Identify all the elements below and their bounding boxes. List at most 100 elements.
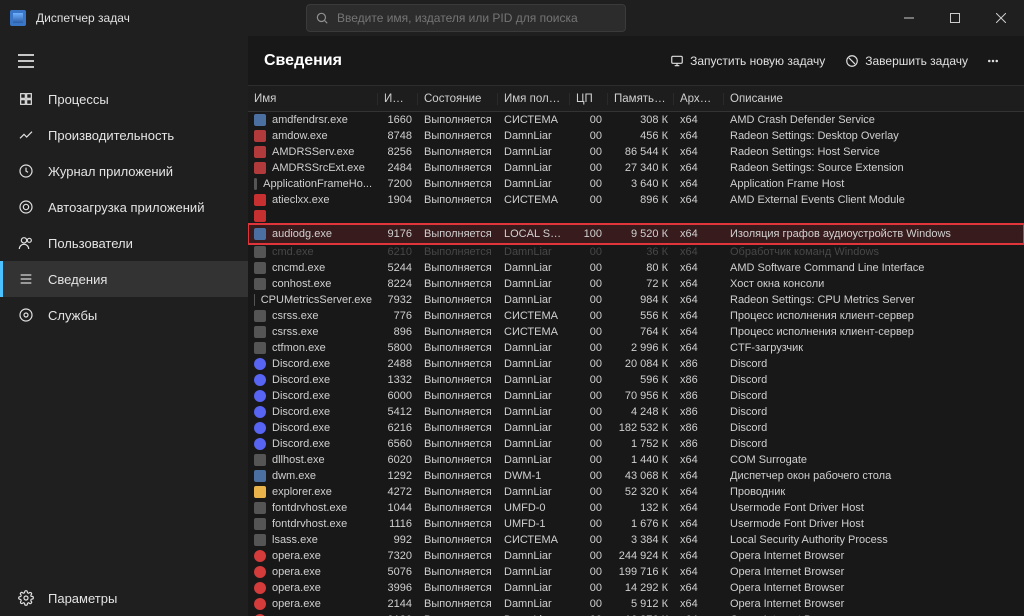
cell-arch: x64: [674, 566, 724, 578]
button-label: Запустить новую задачу: [690, 54, 825, 68]
cell-arch: x86: [674, 422, 724, 434]
sidebar-item-settings[interactable]: Параметры: [0, 580, 248, 616]
process-icon: [254, 294, 255, 306]
table-row[interactable]: opera.exe3996ВыполняетсяDamnLiar0014 292…: [248, 580, 1024, 596]
cell-cpu: 00: [570, 358, 608, 370]
table-row[interactable]: dwm.exe1292ВыполняетсяDWM-10043 068 Кx64…: [248, 468, 1024, 484]
table-row[interactable]: Discord.exe6216ВыполняетсяDamnLiar00182 …: [248, 420, 1024, 436]
cell-arch: x64: [674, 518, 724, 530]
table-row[interactable]: Discord.exe5412ВыполняетсяDamnLiar004 24…: [248, 404, 1024, 420]
table-row[interactable]: ctfmon.exe5800ВыполняетсяDamnLiar002 996…: [248, 340, 1024, 356]
table-row[interactable]: [248, 208, 1024, 224]
cell-name: audiodg.exe: [272, 228, 332, 240]
table-row[interactable]: lsass.exe992ВыполняетсяСИСТЕМА003 384 Кx…: [248, 532, 1024, 548]
maximize-button[interactable]: [932, 0, 978, 36]
table-row[interactable]: CPUMetricsServer.exe7932ВыполняетсяDamnL…: [248, 292, 1024, 308]
cell-mem: 3 384 К: [608, 534, 674, 546]
cell-status: Выполняется: [418, 534, 498, 546]
col-desc[interactable]: Описание: [724, 93, 1024, 105]
col-status[interactable]: Состояние: [418, 93, 498, 105]
cell-mem: 1 752 К: [608, 438, 674, 450]
close-button[interactable]: [978, 0, 1024, 36]
cell-status: Выполняется: [418, 422, 498, 434]
table-row[interactable]: Discord.exe2488ВыполняетсяDamnLiar0020 0…: [248, 356, 1024, 372]
table-row[interactable]: cmd.exe6210ВыполняетсяDamnLiar0036 Кx64О…: [248, 244, 1024, 260]
cell-mem: 4 248 К: [608, 406, 674, 418]
process-icon: [254, 422, 266, 434]
table-row[interactable]: Discord.exe6000ВыполняетсяDamnLiar0070 9…: [248, 388, 1024, 404]
cell-arch: x64: [674, 178, 724, 190]
cell-pid: 8748: [378, 130, 418, 142]
cell-status: Выполняется: [418, 114, 498, 126]
sidebar-item-6[interactable]: Службы: [0, 297, 248, 333]
col-user[interactable]: Имя польз...: [498, 93, 570, 105]
cell-name: opera.exe: [272, 550, 321, 562]
sidebar-item-1[interactable]: Производительность: [0, 117, 248, 153]
cell-desc: Radeon Settings: Host Service: [724, 146, 1024, 158]
cell-name: amdow.exe: [272, 130, 328, 142]
col-name[interactable]: Имя: [248, 93, 378, 105]
table-row[interactable]: Discord.exe6560ВыполняетсяDamnLiar001 75…: [248, 436, 1024, 452]
cell-mem: 1 440 К: [608, 454, 674, 466]
sidebar-item-3[interactable]: Автозагрузка приложений: [0, 189, 248, 225]
cell-name: AMDRSSrcExt.exe: [272, 162, 365, 174]
table-row[interactable]: cncmd.exe5244ВыполняетсяDamnLiar0080 Кx6…: [248, 260, 1024, 276]
table-row[interactable]: opera.exe7320ВыполняетсяDamnLiar00244 92…: [248, 548, 1024, 564]
table-row[interactable]: amdow.exe8748ВыполняетсяDamnLiar00456 Кx…: [248, 128, 1024, 144]
end-task-button[interactable]: Завершить задачу: [835, 48, 978, 74]
sidebar-item-2[interactable]: Журнал приложений: [0, 153, 248, 189]
cell-mem: 70 956 К: [608, 390, 674, 402]
run-task-button[interactable]: Запустить новую задачу: [660, 48, 835, 74]
table-row[interactable]: amdfendrsr.exe1660ВыполняетсяСИСТЕМА0030…: [248, 112, 1024, 128]
cell-desc: Диспетчер окон рабочего стола: [724, 470, 1024, 482]
col-pid[interactable]: ИД п...: [378, 93, 418, 105]
cell-arch: x64: [674, 534, 724, 546]
menu-button[interactable]: [0, 44, 248, 81]
cell-arch: x64: [674, 278, 724, 290]
search-box[interactable]: [306, 4, 626, 32]
cell-cpu: 00: [570, 518, 608, 530]
processes-icon: [18, 91, 34, 107]
cell-cpu: 00: [570, 550, 608, 562]
cell-pid: 776: [378, 310, 418, 322]
cell-name: opera.exe: [272, 566, 321, 578]
table-row[interactable]: audiodg.exe9176ВыполняетсяLOCAL SE...100…: [248, 224, 1024, 244]
sidebar-item-4[interactable]: Пользователи: [0, 225, 248, 261]
table-row[interactable]: opera.exe5076ВыполняетсяDamnLiar00199 71…: [248, 564, 1024, 580]
col-mem[interactable]: Память (а...: [608, 93, 674, 105]
table-row[interactable]: conhost.exe8224ВыполняетсяDamnLiar0072 К…: [248, 276, 1024, 292]
table-row[interactable]: fontdrvhost.exe1116ВыполняетсяUMFD-1001 …: [248, 516, 1024, 532]
cell-cpu: 00: [570, 534, 608, 546]
sidebar-item-0[interactable]: Процессы: [0, 81, 248, 117]
table-row[interactable]: AMDRSSrcExt.exe2484ВыполняетсяDamnLiar00…: [248, 160, 1024, 176]
cell-pid: 7200: [378, 178, 418, 190]
table-row[interactable]: AMDRSServ.exe8256ВыполняетсяDamnLiar0086…: [248, 144, 1024, 160]
cell-user: DamnLiar: [498, 178, 570, 190]
table-row[interactable]: opera.exe2144ВыполняетсяDamnLiar005 912 …: [248, 596, 1024, 612]
cell-arch: x64: [674, 246, 724, 258]
search-input[interactable]: [337, 11, 617, 25]
table-row[interactable]: csrss.exe776ВыполняетсяСИСТЕМА00556 Кx64…: [248, 308, 1024, 324]
process-icon: [254, 406, 266, 418]
sidebar-item-5[interactable]: Сведения: [0, 261, 248, 297]
col-cpu[interactable]: ЦП: [570, 93, 608, 105]
table-row[interactable]: explorer.exe4272ВыполняетсяDamnLiar0052 …: [248, 484, 1024, 500]
table-row[interactable]: ApplicationFrameHo...7200ВыполняетсяDamn…: [248, 176, 1024, 192]
table-row[interactable]: csrss.exe896ВыполняетсяСИСТЕМА00764 Кx64…: [248, 324, 1024, 340]
cell-arch: x64: [674, 582, 724, 594]
cell-cpu: 00: [570, 194, 608, 206]
cell-status: Выполняется: [418, 502, 498, 514]
cell-name: dllhost.exe: [272, 454, 325, 466]
cell-user: СИСТЕМА: [498, 194, 570, 206]
cell-name: cncmd.exe: [272, 262, 325, 274]
col-arch[interactable]: Архите...: [674, 93, 724, 105]
table-header[interactable]: Имя ИД п... Состояние Имя польз... ЦП Па…: [248, 86, 1024, 112]
process-icon: [254, 278, 266, 290]
more-button[interactable]: [978, 53, 1008, 69]
minimize-button[interactable]: [886, 0, 932, 36]
table-row[interactable]: fontdrvhost.exe1044ВыполняетсяUMFD-00013…: [248, 500, 1024, 516]
table-row[interactable]: Discord.exe1332ВыполняетсяDamnLiar00596 …: [248, 372, 1024, 388]
table-row[interactable]: opera.exe9180ВыполняетсяDamnLiar0016 376…: [248, 612, 1024, 616]
table-row[interactable]: dllhost.exe6020ВыполняетсяDamnLiar001 44…: [248, 452, 1024, 468]
table-row[interactable]: atieclxx.exe1904ВыполняетсяСИСТЕМА00896 …: [248, 192, 1024, 208]
